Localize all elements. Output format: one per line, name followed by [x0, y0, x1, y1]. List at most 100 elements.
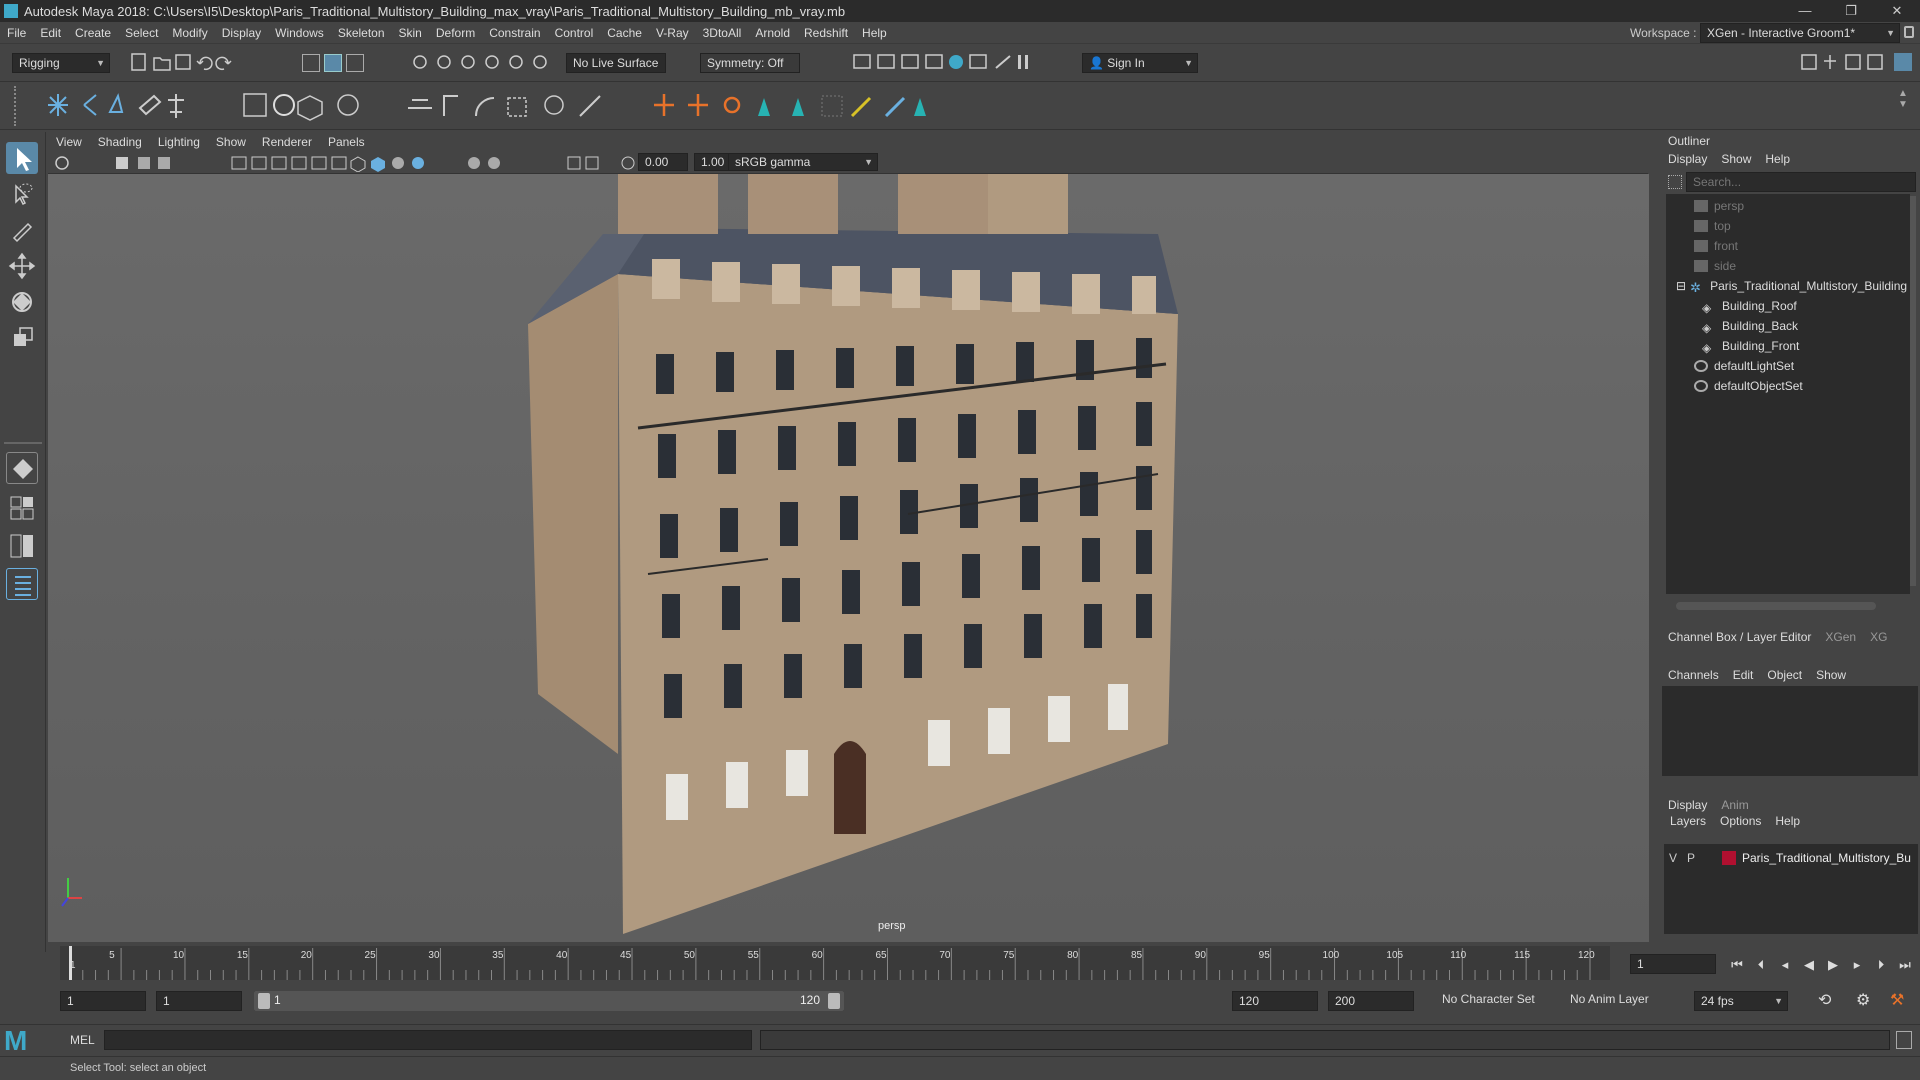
workspace-dropdown[interactable]: XGen - Interactive Groom1* ▼ [1700, 23, 1900, 43]
single-perspective-layout-button[interactable] [6, 452, 38, 484]
menu-modify[interactable]: Modify [165, 22, 214, 44]
fps-dropdown[interactable]: 24 fps ▼ [1694, 991, 1788, 1011]
tab-display-layers[interactable]: Display [1668, 798, 1707, 812]
building-model[interactable] [48, 174, 1649, 942]
character-set-dropdown[interactable]: No Character Set [1442, 992, 1535, 1006]
outliner-search-input[interactable] [1686, 172, 1916, 192]
move-tool[interactable] [6, 250, 38, 282]
layer-menu-options[interactable]: Options [1720, 814, 1761, 828]
range-slider-handle[interactable] [254, 991, 844, 1011]
outliner-item-building-roof[interactable]: ◈ Building_Roof [1702, 296, 1797, 316]
file-tools-icons[interactable] [130, 52, 240, 74]
paint-select-tool[interactable] [6, 214, 38, 246]
outliner-item-default-light-set[interactable]: defaultLightSet [1694, 356, 1794, 376]
outliner-item-front[interactable]: front [1694, 236, 1738, 256]
anim-end-field[interactable]: 200 [1328, 991, 1414, 1011]
outliner-vertical-scrollbar[interactable] [1910, 196, 1916, 586]
cb-menu-channels[interactable]: Channels [1668, 668, 1719, 682]
menu-3dtoall[interactable]: 3DtoAll [696, 22, 749, 44]
menu-edit[interactable]: Edit [33, 22, 68, 44]
outliner-item-building-back[interactable]: ◈ Building_Back [1702, 316, 1798, 336]
color-space-dropdown[interactable]: sRGB gamma ▼ [728, 153, 878, 171]
step-forward-key-icon[interactable]: ⏵ [1870, 957, 1892, 973]
time-ruler[interactable]: 5 10 15 20 25 30 35 40 45 50 55 60 65 70 75 80 85 90 95 100… [60, 946, 1610, 980]
hierarchy-select-icon[interactable] [302, 54, 320, 72]
mel-label[interactable]: MEL [70, 1033, 95, 1047]
menu-help[interactable]: Help [855, 22, 894, 44]
close-button[interactable]: ✕ [1874, 0, 1920, 22]
viewport-menu-shading[interactable]: Shading [90, 132, 150, 152]
channel-list[interactable] [1662, 686, 1918, 776]
four-view-layout-button[interactable] [6, 492, 38, 524]
cb-menu-object[interactable]: Object [1767, 668, 1802, 682]
tab-xg[interactable]: XG [1870, 630, 1887, 644]
menu-cache[interactable]: Cache [600, 22, 649, 44]
play-forward-icon[interactable]: ▶ [1822, 957, 1844, 973]
range-start-grip[interactable] [258, 993, 270, 1009]
rigging-joint-tools[interactable] [44, 88, 214, 122]
tab-channel-box[interactable]: Channel Box / Layer Editor [1668, 630, 1811, 644]
viewport-menu-show[interactable]: Show [208, 132, 254, 152]
step-back-frame-icon[interactable]: ◂ [1774, 957, 1796, 973]
step-forward-frame-icon[interactable]: ▸ [1846, 957, 1868, 973]
outliner-menu-display[interactable]: Display [1668, 152, 1707, 166]
layer-type-toggle[interactable] [1704, 851, 1718, 865]
exposure-field[interactable]: 0.00 [638, 153, 688, 171]
component-select-icon[interactable] [346, 54, 364, 72]
outliner-layout-button[interactable] [6, 568, 38, 600]
shelf-scroll-icon[interactable]: ▲ ▼ [1898, 88, 1908, 110]
menu-file[interactable]: File [0, 22, 33, 44]
current-frame-field[interactable]: 1 [1630, 954, 1716, 974]
menu-control[interactable]: Control [548, 22, 601, 44]
menu-arnold[interactable]: Arnold [748, 22, 797, 44]
symmetry-dropdown[interactable]: Symmetry: Off [700, 53, 800, 73]
menu-create[interactable]: Create [68, 22, 118, 44]
layer-name[interactable]: Paris_Traditional_Multistory_Bu [1742, 851, 1911, 865]
lasso-tool[interactable] [6, 178, 38, 210]
menu-constrain[interactable]: Constrain [482, 22, 547, 44]
viewport-menu-lighting[interactable]: Lighting [150, 132, 208, 152]
anim-layer-dropdown[interactable]: No Anim Layer [1570, 992, 1649, 1006]
layer-menu-layers[interactable]: Layers [1670, 814, 1706, 828]
loop-icon[interactable]: ⟲ [1818, 990, 1831, 1010]
side-by-side-layout-button[interactable] [6, 530, 38, 562]
tab-anim-layers[interactable]: Anim [1721, 798, 1748, 812]
menu-select[interactable]: Select [118, 22, 165, 44]
outliner-item-side[interactable]: side [1694, 256, 1736, 276]
selection-mask-icons[interactable] [302, 52, 366, 74]
object-select-icon[interactable] [324, 54, 342, 72]
menu-deform[interactable]: Deform [429, 22, 482, 44]
cb-menu-edit[interactable]: Edit [1733, 668, 1754, 682]
preferences-icon[interactable]: ⚒ [1890, 990, 1904, 1010]
layer-list[interactable]: V P Paris_Traditional_Multistory_Bu [1664, 844, 1918, 934]
deform-tools[interactable] [404, 88, 624, 122]
end-time-field[interactable]: 120 [1232, 991, 1318, 1011]
go-to-end-icon[interactable]: ⏭ [1894, 957, 1916, 973]
anim-start-field[interactable]: 1 [156, 991, 242, 1011]
viewport-menu-view[interactable]: View [48, 132, 90, 152]
snap-icons[interactable] [410, 52, 560, 74]
layer-color-swatch[interactable] [1722, 851, 1736, 865]
rotate-tool[interactable] [6, 286, 38, 318]
menu-vray[interactable]: V-Ray [649, 22, 696, 44]
constraint-tools[interactable] [650, 88, 950, 122]
live-surface-dropdown[interactable]: No Live Surface [566, 53, 666, 73]
viewport-menu-panels[interactable]: Panels [320, 132, 373, 152]
tab-xgen[interactable]: XGen [1825, 630, 1856, 644]
layer-playback-toggle[interactable]: P [1682, 851, 1700, 865]
outliner-item-building-front[interactable]: ◈ Building_Front [1702, 336, 1799, 356]
range-end-grip[interactable] [828, 993, 840, 1009]
command-input[interactable] [104, 1030, 752, 1050]
menu-display[interactable]: Display [215, 22, 268, 44]
menu-redshift[interactable]: Redshift [797, 22, 855, 44]
menu-skin[interactable]: Skin [392, 22, 429, 44]
lock-icon[interactable] [1904, 26, 1914, 38]
outliner-tree[interactable]: persp top front side ⊟ ✲ Paris_Traditional… [1666, 194, 1910, 594]
script-editor-icon[interactable] [1896, 1031, 1912, 1049]
panel-toggle-icons[interactable] [1800, 52, 1918, 74]
outliner-menu-show[interactable]: Show [1721, 152, 1751, 166]
minimize-button[interactable]: — [1782, 0, 1828, 22]
outliner-horizontal-scrollbar[interactable] [1676, 602, 1876, 610]
layer-menu-help[interactable]: Help [1775, 814, 1800, 828]
layer-row[interactable]: V P Paris_Traditional_Multistory_Bu [1664, 848, 1918, 868]
